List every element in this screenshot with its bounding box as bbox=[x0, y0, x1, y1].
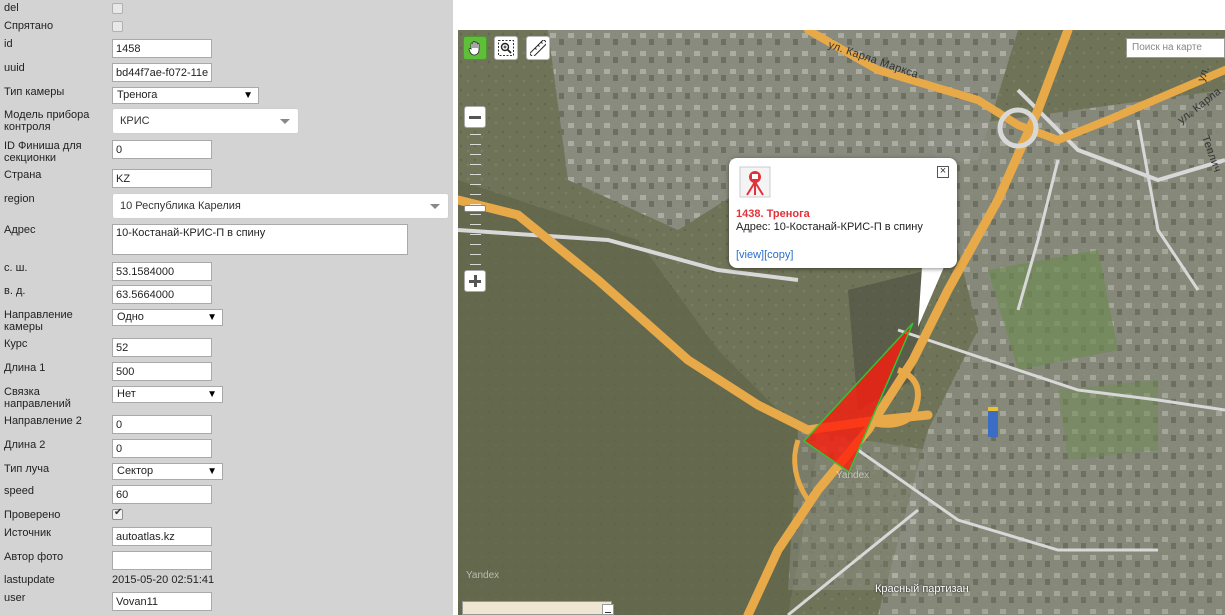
field-label-uuid: uuid bbox=[4, 62, 25, 74]
map-watermark-corner: Yandex bbox=[466, 570, 500, 581]
device-model-select[interactable]: КРИС bbox=[112, 108, 299, 134]
camera-info-balloon: × 1438. Тренога Адрес: 10-Костанай-КРИС-… bbox=[729, 158, 957, 268]
satellite-map-image bbox=[458, 30, 1225, 615]
field-label-course: Курс bbox=[4, 338, 28, 350]
field-label-del: del bbox=[4, 2, 19, 14]
source-input[interactable] bbox=[112, 527, 212, 546]
field-label-direction-link: Связка направлений bbox=[4, 386, 71, 410]
device-model-value: КРИС bbox=[120, 115, 150, 127]
dropdown-arrow-icon: ▼ bbox=[207, 312, 217, 323]
minimap-toggle-button[interactable] bbox=[602, 604, 614, 615]
field-label-address: Адрес bbox=[4, 224, 36, 236]
length-1-input[interactable] bbox=[112, 362, 212, 381]
ruler-icon bbox=[530, 40, 546, 56]
hidden-checkbox[interactable] bbox=[112, 21, 123, 32]
zoom-slider-handle[interactable] bbox=[464, 205, 486, 212]
direction-link-select[interactable]: Нет ▼ bbox=[112, 386, 223, 403]
field-label-speed: speed bbox=[4, 485, 34, 497]
place-label-krasny-partizan: Красный партизан bbox=[875, 583, 969, 595]
ruler-tool-button[interactable] bbox=[526, 36, 550, 60]
field-label-photo-author: Автор фото bbox=[4, 551, 64, 563]
verified-checkbox[interactable] bbox=[112, 507, 123, 520]
field-label-latitude: с. ш. bbox=[4, 262, 28, 274]
beam-type-value: Сектор bbox=[117, 465, 154, 477]
field-label-user: user bbox=[4, 592, 26, 604]
hand-icon bbox=[468, 41, 480, 56]
field-label-longitude: в. д. bbox=[4, 285, 26, 297]
address-textarea[interactable]: 10-Костанай-КРИС-П в спину bbox=[112, 224, 408, 255]
camera-form-panel: del Спрятано id uuid Тип камеры Тренога … bbox=[0, 0, 453, 615]
direction-link-value: Нет bbox=[117, 388, 136, 400]
del-checkbox[interactable] bbox=[112, 3, 123, 14]
field-label-lastupdate: lastupdate bbox=[4, 574, 55, 586]
lastupdate-value: 2015-05-20 02:51:41 bbox=[112, 574, 215, 586]
dropdown-arrow-icon bbox=[280, 119, 290, 124]
field-label-device-model: Модель прибора контроля bbox=[4, 109, 90, 133]
photo-author-input[interactable] bbox=[112, 551, 212, 570]
field-label-finish-id: ID Финиша для секционки bbox=[4, 140, 82, 164]
map-watermark: Yandex bbox=[836, 470, 870, 481]
field-label-direction-2: Направление 2 bbox=[4, 415, 82, 427]
field-label-length-1: Длина 1 bbox=[4, 362, 46, 374]
camera-direction-value: Одно bbox=[117, 311, 144, 323]
minimap[interactable] bbox=[462, 601, 612, 615]
field-label-beam-type: Тип луча bbox=[4, 463, 50, 475]
map-search-input[interactable]: Поиск на карте bbox=[1126, 38, 1225, 58]
balloon-close-button[interactable]: × bbox=[937, 166, 949, 178]
user-input[interactable] bbox=[112, 592, 212, 611]
hand-tool-button[interactable] bbox=[463, 36, 487, 60]
uuid-input[interactable] bbox=[112, 63, 212, 82]
copy-link[interactable]: [copy] bbox=[764, 249, 793, 261]
dropdown-arrow-icon: ▼ bbox=[207, 389, 217, 400]
region-value: 10 Республика Карелия bbox=[120, 200, 241, 212]
balloon-tail bbox=[918, 267, 944, 327]
length-2-input[interactable] bbox=[112, 439, 212, 458]
beam-type-select[interactable]: Сектор ▼ bbox=[112, 463, 223, 480]
zoom-slider-track[interactable] bbox=[470, 134, 481, 274]
field-label-camera-type: Тип камеры bbox=[4, 86, 65, 98]
field-label-country: Страна bbox=[4, 169, 42, 181]
zoom-in-button[interactable] bbox=[464, 270, 486, 292]
course-input[interactable] bbox=[112, 338, 212, 357]
country-input[interactable] bbox=[112, 169, 212, 188]
field-label-verified: Проверено bbox=[4, 509, 61, 521]
field-label-id: id bbox=[4, 38, 13, 50]
field-label-source: Источник bbox=[4, 527, 51, 539]
camera-type-select[interactable]: Тренога ▼ bbox=[112, 87, 259, 104]
field-label-camera-direction: Направление камеры bbox=[4, 309, 73, 333]
field-label-region: region bbox=[4, 193, 35, 205]
id-input[interactable] bbox=[112, 39, 212, 58]
field-label-length-2: Длина 2 bbox=[4, 439, 46, 451]
longitude-input[interactable] bbox=[112, 285, 212, 304]
dropdown-arrow-icon bbox=[430, 204, 440, 209]
finish-id-input[interactable] bbox=[112, 140, 212, 159]
map-view[interactable]: Поиск на карте ул. Карла Маркса ул. Карл… bbox=[458, 30, 1225, 615]
camera-type-value: Тренога bbox=[117, 89, 158, 101]
zoom-out-button[interactable] bbox=[464, 106, 486, 128]
camera-direction-select[interactable]: Одно ▼ bbox=[112, 309, 223, 326]
region-select[interactable]: 10 Республика Карелия bbox=[112, 193, 449, 219]
tripod-camera-icon bbox=[739, 166, 771, 198]
balloon-title: 1438. Тренога bbox=[736, 208, 810, 220]
zoom-magnifier-icon bbox=[498, 40, 514, 56]
view-link[interactable]: [view] bbox=[736, 249, 764, 261]
dropdown-arrow-icon: ▼ bbox=[207, 466, 217, 477]
dropdown-arrow-icon: ▼ bbox=[243, 90, 253, 101]
balloon-address: Адрес: 10-Костанай-КРИС-П в спину bbox=[736, 221, 923, 233]
zoom-area-tool-button[interactable] bbox=[494, 36, 518, 60]
field-label-hidden: Спрятано bbox=[4, 20, 54, 32]
speed-input[interactable] bbox=[112, 485, 212, 504]
direction-2-input[interactable] bbox=[112, 415, 212, 434]
balloon-links: [view][copy] bbox=[736, 249, 793, 261]
latitude-input[interactable] bbox=[112, 262, 212, 281]
